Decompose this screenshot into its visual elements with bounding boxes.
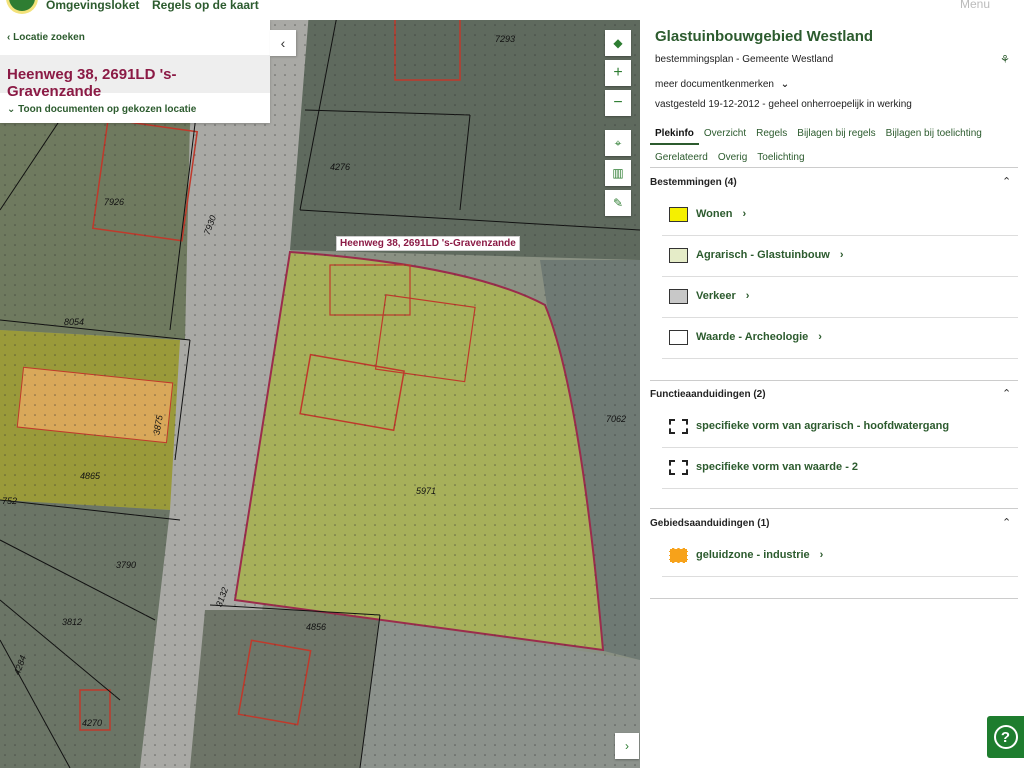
minus-icon: −: [613, 94, 623, 111]
list-item[interactable]: specifieke vorm van waarde - 2: [662, 449, 1018, 489]
layers-button[interactable]: ◆: [605, 30, 631, 56]
address-title: Heenweg 38, 2691LD 's-Gravenzande: [7, 66, 177, 100]
chevron-right-icon: ›: [819, 549, 824, 561]
chevron-right-icon: ›: [625, 739, 629, 753]
parcel-number: 5971: [416, 486, 437, 496]
back-link-label: Locatie zoeken: [13, 32, 85, 43]
crosshair-icon: ⌖: [614, 135, 622, 150]
parcel-number: 7062: [606, 414, 627, 424]
ruler-icon: ▥: [612, 166, 624, 180]
location-panel: ‹ Locatie zoeken Heenweg 38, 2691LD 's-G…: [0, 20, 270, 123]
parcel-number: 4865: [80, 471, 101, 481]
list-item-label: geluidzone - industrie: [696, 549, 810, 561]
menu-link[interactable]: Menu: [960, 0, 990, 11]
parcel-number: 3790: [116, 560, 137, 570]
list-item[interactable]: Agrarisch - Glastuinbouw ›: [662, 237, 1018, 277]
chevron-left-icon: ‹: [280, 35, 286, 51]
tab-plekinfo[interactable]: Plekinfo: [650, 127, 699, 145]
list-item[interactable]: Verkeer ›: [662, 278, 1018, 318]
chevron-down-icon: ⌄: [7, 104, 19, 115]
chevron-up-icon[interactable]: ⌃: [1002, 516, 1011, 529]
help-button[interactable]: ?: [987, 716, 1024, 758]
tab-bijlagen-regels[interactable]: Bijlagen bij regels: [792, 127, 880, 145]
measure-button[interactable]: ▥: [605, 160, 631, 186]
plus-icon: +: [613, 64, 623, 81]
list-item-label: Agrarisch - Glastuinbouw: [696, 249, 830, 261]
divider: [650, 598, 1018, 599]
parcel-number: 8054: [64, 317, 85, 327]
draw-button[interactable]: ✎: [605, 190, 631, 216]
divider: [650, 380, 1018, 381]
question-icon: ?: [993, 725, 1018, 749]
document-panel: Glastuinbouwgebied Westland bestemmingsp…: [640, 0, 1024, 768]
parcel-number: 3812: [62, 617, 83, 627]
tab-regels[interactable]: Regels: [751, 127, 792, 145]
chevron-down-icon: ⌄: [780, 79, 790, 90]
toon-documenten-label: Toon documenten op gekozen locatie: [18, 104, 197, 115]
parcel-number: 4270: [82, 718, 103, 728]
geluidzone-icon: [669, 548, 688, 563]
pencil-icon: ✎: [612, 196, 624, 210]
logo-icon: [6, 0, 38, 14]
parcel-number: 4856: [306, 622, 327, 632]
parcel-number: 752: [2, 496, 18, 506]
legend-swatch: [669, 330, 688, 345]
legend-swatch: [669, 248, 688, 263]
zoom-in-button[interactable]: +: [605, 60, 631, 86]
divider: [650, 508, 1018, 509]
nav-regels-op-de-kaart[interactable]: Regels op de kaart: [152, 0, 259, 12]
gebiedsaanduidingen-header[interactable]: Gebiedsaanduidingen (1): [650, 518, 769, 529]
chevron-right-icon: ›: [818, 331, 822, 343]
functieaanduidingen-header[interactable]: Functieaanduidingen (2): [650, 389, 766, 400]
map-next-button[interactable]: ›: [615, 733, 639, 759]
plan-subtitle: bestemmingsplan - Gemeente Westland: [655, 54, 834, 65]
chevron-right-icon: ›: [745, 290, 750, 302]
chevron-up-icon[interactable]: ⌃: [1002, 387, 1011, 400]
list-item-label: specifieke vorm van waarde - 2: [696, 461, 859, 473]
tab-overzicht[interactable]: Overzicht: [699, 127, 751, 145]
toon-documenten-toggle[interactable]: ⌄ Toon documenten op gekozen locatie: [7, 104, 196, 115]
chevron-up-icon[interactable]: ⌃: [1002, 175, 1011, 188]
parcel-number: 7926: [104, 197, 125, 207]
legend-swatch: [669, 289, 688, 304]
collapse-panel-button[interactable]: ‹: [270, 30, 296, 56]
parcel-number: 7293: [495, 34, 516, 44]
tab-overig[interactable]: Overig: [713, 151, 752, 167]
legend-swatch: [669, 207, 688, 222]
dashed-square-icon: [669, 460, 688, 475]
chevron-right-icon: ›: [839, 249, 844, 261]
top-bar: Omgevingsloket Regels op de kaart: [0, 0, 640, 20]
list-item-label: Waarde - Archeologie: [696, 331, 809, 343]
bestemmingen-header[interactable]: Bestemmingen (4): [650, 177, 737, 188]
layers-icon: ◆: [613, 36, 623, 50]
list-item[interactable]: Waarde - Archeologie ›: [662, 319, 1018, 359]
divider: [650, 167, 1018, 168]
list-item[interactable]: geluidzone - industrie ›: [662, 537, 1018, 577]
list-item-label: Wonen: [696, 208, 733, 220]
back-link[interactable]: ‹ Locatie zoeken: [7, 32, 85, 43]
tab-toelichting[interactable]: Toelichting: [752, 151, 809, 167]
meer-label: meer documentkenmerken: [655, 79, 774, 90]
address-bar: Heenweg 38, 2691LD 's-Gravenzande: [0, 55, 270, 100]
chevron-right-icon: ›: [742, 208, 747, 220]
plan-title: Glastuinbouwgebied Westland: [655, 28, 874, 45]
tab-bijlagen-toelichting[interactable]: Bijlagen bij toelichting: [881, 127, 987, 145]
tab-gerelateerd[interactable]: Gerelateerd: [650, 151, 713, 167]
dashed-square-icon: [669, 419, 688, 434]
tree-icon[interactable]: ⚘: [1000, 53, 1010, 66]
nav-omgevingsloket[interactable]: Omgevingsloket: [46, 0, 139, 12]
plan-status: vastgesteld 19-12-2012 - geheel onherroe…: [655, 99, 912, 110]
list-item-label: Verkeer: [696, 290, 736, 302]
locate-button[interactable]: ⌖: [605, 130, 631, 156]
list-item[interactable]: Wonen ›: [662, 196, 1018, 236]
map-location-label: Heenweg 38, 2691LD 's-Gravenzande: [336, 236, 520, 251]
list-item[interactable]: specifieke vorm van agrarisch - hoofdwat…: [662, 408, 1018, 448]
tab-bar-2: Gerelateerd Overig Toelichting: [650, 151, 810, 167]
meer-documentkenmerken-toggle[interactable]: meer documentkenmerken ⌄: [655, 79, 789, 90]
tab-bar: Plekinfo Overzicht Regels Bijlagen bij r…: [650, 127, 987, 145]
parcel-number: 4276: [330, 162, 351, 172]
zoom-out-button[interactable]: −: [605, 90, 631, 116]
list-item-label: specifieke vorm van agrarisch - hoofdwat…: [696, 420, 950, 432]
